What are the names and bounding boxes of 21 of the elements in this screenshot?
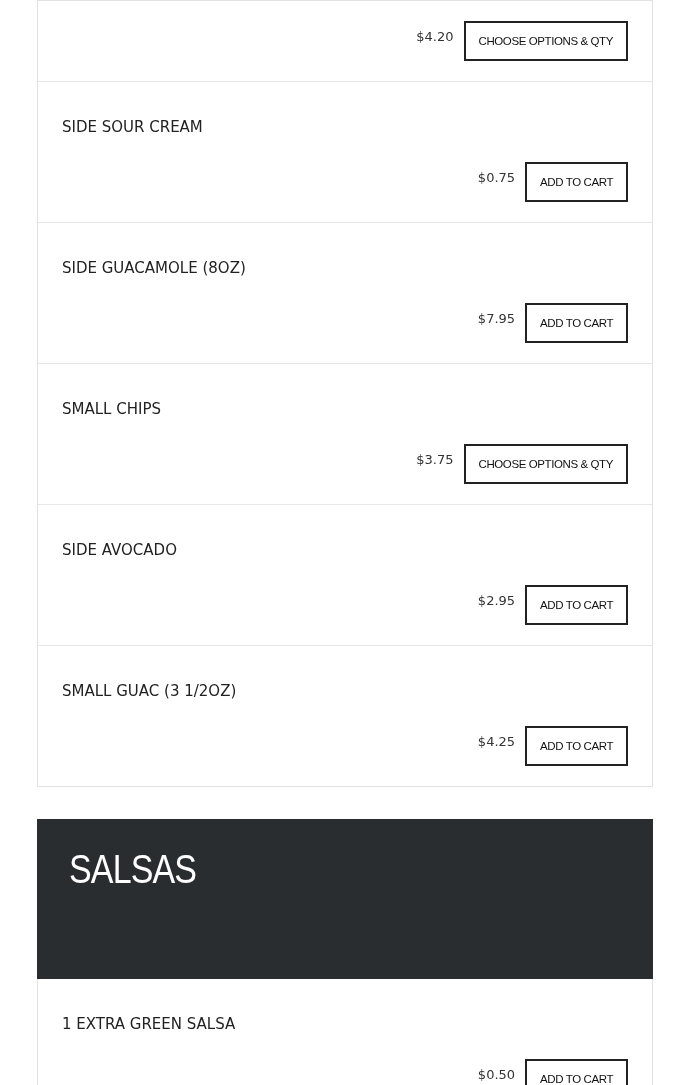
section-title: SALSAS — [69, 847, 197, 892]
item-price: $0.50 — [477, 1067, 516, 1082]
item-price: $3.75 — [416, 452, 454, 467]
cart-button[interactable]: ADD TO CART — [525, 585, 628, 625]
item-price: $2.95 — [477, 593, 516, 608]
item-price: $4.25 — [477, 734, 516, 749]
cart-button[interactable]: ADD TO CART — [525, 1059, 628, 1085]
item-name: SIDE SOUR CREAM — [62, 117, 204, 137]
item-price: $0.75 — [477, 170, 516, 185]
cart-button[interactable]: ADD TO CART — [525, 726, 628, 766]
cart-button[interactable]: CHOOSE OPTIONS & QTY — [463, 444, 628, 484]
item-name: SMALL GUAC (3 1/2OZ) — [62, 681, 238, 701]
item-name: SMALL CHIPS — [62, 399, 162, 419]
cart-button[interactable]: ADD TO CART — [525, 162, 628, 202]
item-name: SIDE AVOCADO — [62, 540, 178, 560]
item-price: $4.20 — [416, 29, 454, 44]
cart-button[interactable]: ADD TO CART — [525, 303, 628, 343]
cart-button[interactable]: CHOOSE OPTIONS & QTY — [463, 21, 628, 61]
item-name: 1 EXTRA GREEN SALSA — [62, 1014, 237, 1034]
item-price: $7.95 — [477, 311, 516, 326]
item-name: SIDE GUACAMOLE (8OZ) — [62, 258, 247, 278]
